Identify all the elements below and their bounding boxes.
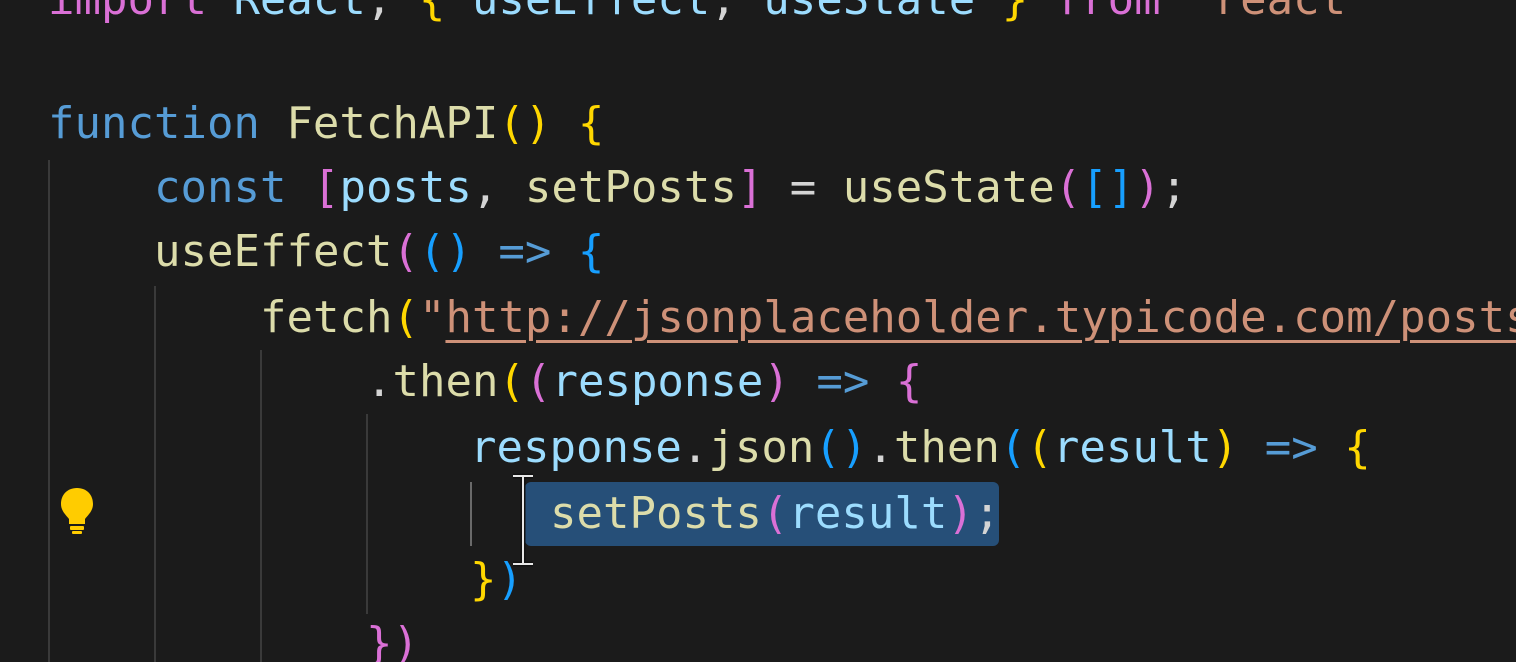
code-token: useEffect	[154, 226, 393, 277]
code-token: (	[761, 488, 789, 539]
code-token: (	[498, 356, 525, 407]
code-token: {	[419, 0, 446, 25]
code-token: "react"	[1187, 0, 1372, 25]
code-token: []	[1081, 162, 1135, 213]
code-token: =>	[816, 356, 870, 407]
code-token: =	[763, 162, 843, 213]
code-line-11[interactable]: })	[366, 612, 419, 662]
code-token: result	[788, 488, 948, 539]
code-token: ()	[418, 226, 472, 277]
code-token: .	[366, 356, 393, 407]
code-token: from	[1028, 0, 1187, 25]
lightbulb-icon[interactable]	[58, 486, 96, 534]
code-token: ,	[471, 162, 525, 213]
text-cursor-icon	[513, 473, 533, 567]
indent-guide-active	[470, 482, 472, 546]
code-token: json	[708, 422, 815, 473]
indent-guide	[366, 414, 368, 614]
code-token: )	[947, 488, 974, 539]
code-token: (	[1026, 422, 1053, 473]
code-token: {	[1344, 422, 1371, 473]
code-token: ,	[710, 0, 763, 25]
code-token: .	[867, 422, 894, 473]
code-token: useEffect	[445, 0, 710, 25]
code-token: ;	[973, 488, 1001, 539]
code-token: {	[577, 226, 605, 277]
code-token: function	[48, 98, 260, 149]
code-token: const	[154, 162, 287, 213]
code-line-5[interactable]: useEffect(() => {	[154, 220, 604, 284]
code-token: (	[999, 422, 1027, 473]
code-token: setPosts	[550, 488, 762, 539]
code-token: then	[392, 356, 499, 407]
code-token: .	[681, 422, 709, 473]
code-line-3[interactable]: function FetchAPI() {	[48, 92, 604, 156]
code-token: ()	[814, 422, 868, 473]
code-line-4[interactable]: const [posts, setPosts] = useState([]);	[154, 156, 1187, 220]
code-token: then	[893, 422, 1000, 473]
code-token: })	[366, 618, 419, 662]
code-line-1[interactable]: import React, { useEffect, useState } fr…	[48, 0, 1373, 32]
code-token: http://jsonplaceholder.typicode.com/post…	[445, 292, 1516, 343]
code-line-8[interactable]: response.json().then((result) => {	[470, 416, 1371, 480]
indent-guide	[260, 350, 262, 662]
code-token: result	[1052, 422, 1212, 473]
code-token: {	[895, 356, 923, 407]
code-token: posts	[339, 162, 472, 213]
code-token: =>	[1264, 422, 1318, 473]
code-token: (	[392, 226, 419, 277]
code-line-9[interactable]: setPosts(result);	[550, 482, 1000, 546]
code-token: (	[392, 292, 419, 343]
code-token: fetch	[260, 292, 393, 343]
indent-guide	[154, 286, 156, 662]
code-token: }	[470, 554, 497, 605]
code-token: {	[577, 98, 605, 149]
code-token: import	[48, 0, 207, 25]
indent-guide	[48, 160, 50, 662]
code-token: React	[207, 0, 365, 25]
code-editor[interactable]: import React, { useEffect, useState } fr…	[0, 0, 1516, 662]
code-token: (	[524, 356, 552, 407]
code-token: ()	[498, 98, 552, 149]
code-token: useState	[842, 162, 1055, 213]
code-token: )	[1134, 162, 1161, 213]
code-line-6[interactable]: fetch("http://jsonplaceholder.typicode.c…	[260, 286, 1516, 350]
code-token: )	[763, 356, 790, 407]
code-token: [	[312, 162, 340, 213]
code-token: (	[1054, 162, 1082, 213]
code-line-7[interactable]: .then((response) => {	[366, 350, 922, 414]
code-token: ,	[366, 0, 419, 25]
code-token: response	[551, 356, 764, 407]
code-token: }	[975, 0, 1029, 25]
code-token: "	[418, 292, 446, 343]
code-token: setPosts	[524, 162, 737, 213]
code-token: ;	[1160, 162, 1188, 213]
code-token: useState	[763, 0, 975, 25]
code-token: =>	[498, 226, 552, 277]
code-token: ]	[736, 162, 764, 213]
code-token: )	[1211, 422, 1239, 473]
code-token: response	[470, 422, 682, 473]
code-token: FetchAPI	[286, 98, 499, 149]
